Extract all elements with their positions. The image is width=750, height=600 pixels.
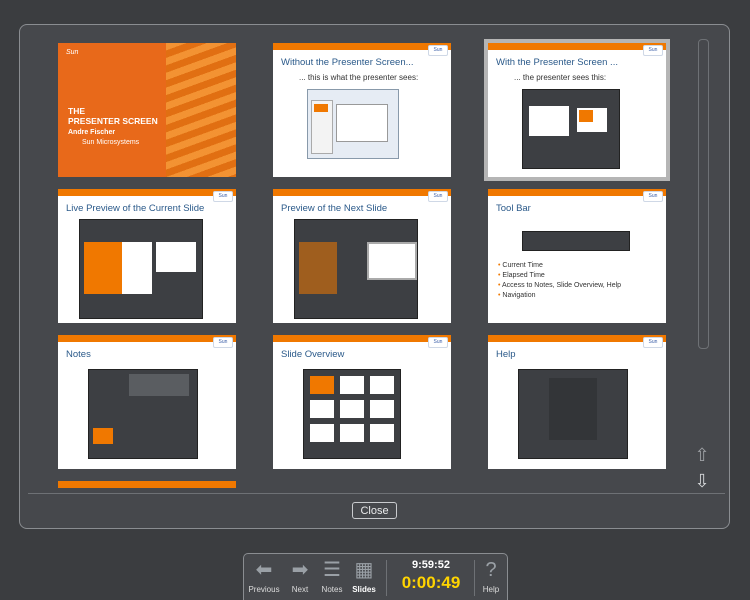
slide-title: Live Preview of the Current Slide bbox=[66, 203, 205, 214]
live-preview-screenshot bbox=[79, 219, 203, 319]
slide-overview-screenshot bbox=[303, 369, 401, 459]
bullet-item: Elapsed Time bbox=[498, 271, 621, 281]
slide-thumb-4[interactable]: Sun Live Preview of the Current Slide bbox=[58, 189, 236, 323]
notes-button[interactable]: ☰ Notes bbox=[314, 558, 350, 594]
bullet-item: Access to Notes, Slide Overview, Help bbox=[498, 281, 621, 291]
previous-label: Previous bbox=[248, 585, 280, 594]
slides-grid-icon: ▦ bbox=[354, 559, 374, 581]
presenter-screenshot bbox=[522, 89, 620, 169]
slide-subtitle: ... this is what the presenter sees: bbox=[299, 73, 419, 82]
arrow-right-icon: ➡ bbox=[291, 559, 309, 581]
toolbar-separator bbox=[386, 560, 387, 596]
help-icon: ? bbox=[485, 559, 497, 581]
slide-thumb-1[interactable]: Sun THE PRESENTER SCREEN Andre Fischer S… bbox=[58, 43, 236, 177]
help-label: Help bbox=[482, 585, 500, 594]
slide-header-bar bbox=[488, 335, 666, 342]
slide-overview-panel: Sun THE PRESENTER SCREEN Andre Fischer S… bbox=[19, 24, 730, 529]
slide-title: Slide Overview bbox=[281, 349, 345, 360]
next-label: Next bbox=[291, 585, 309, 594]
sun-logo: Sun bbox=[428, 191, 448, 202]
toolbar-screenshot bbox=[522, 231, 630, 251]
sun-logo: Sun bbox=[643, 45, 663, 56]
notes-label: Notes bbox=[321, 585, 343, 594]
slide-title: Without the Presenter Screen... bbox=[281, 57, 414, 68]
close-button[interactable]: Close bbox=[352, 502, 397, 519]
sun-logo: Sun bbox=[213, 337, 233, 348]
slides-label: Slides bbox=[352, 585, 376, 594]
sun-logo: Sun bbox=[66, 49, 79, 56]
help-screenshot bbox=[518, 369, 628, 459]
slides-button[interactable]: ▦ Slides bbox=[346, 558, 382, 594]
presenter-toolbar: ⬅ Previous ➡ Next ☰ Notes ▦ Slides 9:59:… bbox=[243, 553, 508, 600]
sun-logo: Sun bbox=[213, 191, 233, 202]
sun-logo: Sun bbox=[428, 337, 448, 348]
help-button[interactable]: ? Help bbox=[473, 558, 509, 594]
slide-title: With the Presenter Screen ... bbox=[496, 57, 618, 68]
sun-logo: Sun bbox=[643, 191, 663, 202]
slide-thumb-8[interactable]: Sun Slide Overview bbox=[273, 335, 451, 469]
notes-icon: ☰ bbox=[323, 559, 341, 581]
bullet-item: Navigation bbox=[498, 291, 621, 301]
clock: 9:59:52 0:00:49 bbox=[392, 559, 470, 593]
slide-thumb-5[interactable]: Sun Preview of the Next Slide bbox=[273, 189, 451, 323]
slide-header-bar bbox=[58, 481, 236, 488]
slide-header-bar bbox=[58, 335, 236, 342]
editor-screenshot bbox=[307, 89, 399, 159]
slide-header-bar bbox=[273, 43, 451, 50]
title-slide-company: Sun Microsystems bbox=[82, 139, 140, 146]
next-preview-screenshot bbox=[294, 219, 418, 319]
slide-header-bar bbox=[488, 43, 666, 50]
slide-title: Tool Bar bbox=[496, 203, 531, 214]
arrow-left-icon: ⬅ bbox=[255, 559, 273, 581]
divider bbox=[28, 493, 725, 494]
title-slide-heading: THE PRESENTER SCREEN bbox=[68, 106, 158, 126]
slide-header-bar bbox=[273, 189, 451, 196]
scroll-up-icon[interactable]: ⇧ bbox=[692, 445, 712, 465]
title-wave-decoration bbox=[166, 43, 236, 177]
slide-thumb-2[interactable]: Sun Without the Presenter Screen... ... … bbox=[273, 43, 451, 177]
slide-header-bar bbox=[58, 189, 236, 196]
previous-button[interactable]: ⬅ Previous bbox=[246, 558, 282, 594]
slide-thumb-10-partial[interactable] bbox=[58, 481, 236, 488]
scrollbar[interactable] bbox=[698, 39, 709, 349]
scroll-down-icon[interactable]: ⇩ bbox=[692, 471, 712, 491]
next-button[interactable]: ➡ Next bbox=[282, 558, 318, 594]
notes-screenshot bbox=[88, 369, 198, 459]
slide-title: Preview of the Next Slide bbox=[281, 203, 388, 214]
slide-thumb-3-current[interactable]: Sun With the Presenter Screen ... ... th… bbox=[484, 39, 670, 181]
slide-thumb-6[interactable]: Sun Tool Bar Current Time Elapsed Time A… bbox=[488, 189, 666, 323]
slide-thumb-7[interactable]: Sun Notes bbox=[58, 335, 236, 469]
slide-thumb-9[interactable]: Sun Help bbox=[488, 335, 666, 469]
elapsed-time: 0:00:49 bbox=[401, 573, 461, 592]
title-slide-author: Andre Fischer bbox=[68, 129, 116, 136]
slide-subtitle: ... the presenter sees this: bbox=[514, 73, 607, 82]
current-time: 9:59:52 bbox=[412, 559, 450, 571]
slide-title: Help bbox=[496, 349, 516, 360]
slide-header-bar bbox=[488, 189, 666, 196]
slide-title: Notes bbox=[66, 349, 91, 360]
slide-header-bar bbox=[273, 335, 451, 342]
bullet-list: Current Time Elapsed Time Access to Note… bbox=[498, 261, 621, 301]
sun-logo: Sun bbox=[428, 45, 448, 56]
bullet-item: Current Time bbox=[498, 261, 621, 271]
sun-logo: Sun bbox=[643, 337, 663, 348]
